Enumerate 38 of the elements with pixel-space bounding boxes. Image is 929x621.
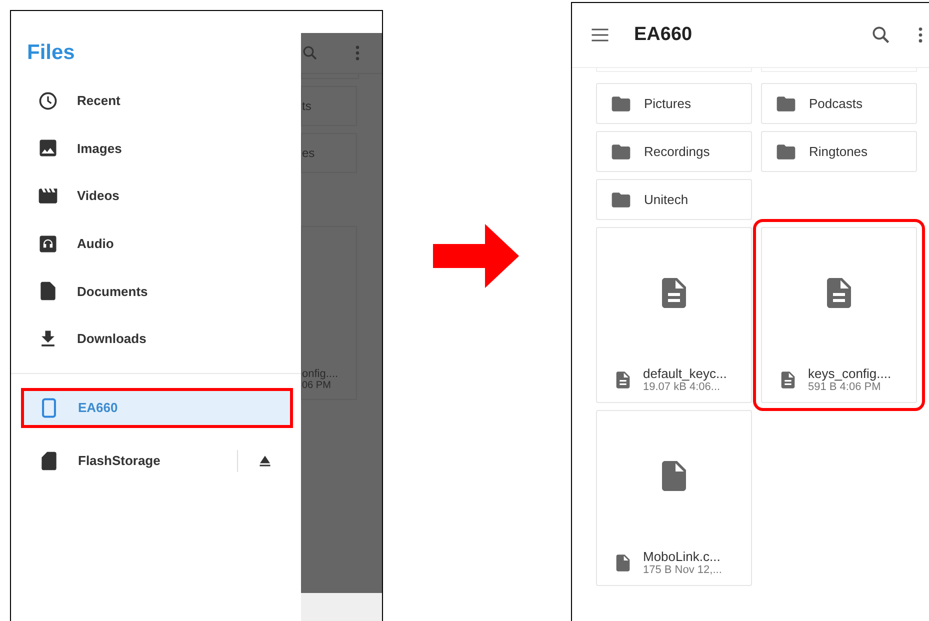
file-card[interactable]: default_keyc... 19.07 kB 4:06...: [596, 227, 752, 403]
more-icon: [355, 45, 360, 61]
storage-item[interactable]: FlashStorage: [21, 440, 293, 481]
folder-name: Unitech: [644, 192, 688, 207]
folder-card[interactable]: Ringtones: [761, 131, 917, 172]
drawer-item[interactable]: Videos: [11, 172, 301, 220]
file-details: 06 PM: [302, 380, 332, 391]
app-title: EA660: [634, 24, 694, 46]
right-arrow-icon: [433, 224, 519, 288]
drawer-item[interactable]: Images: [11, 124, 301, 172]
file-details: 591 B 4:06 PM: [808, 381, 882, 393]
more-icon[interactable]: [918, 26, 923, 44]
search-icon: [301, 44, 319, 62]
folder-card[interactable]: Unitech: [596, 179, 752, 220]
folder-card: ts: [301, 86, 357, 126]
file-details: 175 B Nov 12,...: [643, 564, 722, 576]
search-icon[interactable]: [870, 24, 892, 46]
images-icon: [37, 137, 59, 160]
folder-card[interactable]: Recordings: [596, 131, 752, 172]
folder-name: Pictures: [644, 96, 691, 111]
file-card[interactable]: MoboLink.c... 175 B Nov 12,...: [596, 410, 752, 586]
file-name: MoboLink.c...: [643, 549, 722, 564]
file-name: keys_config....: [808, 366, 892, 381]
file-details: 19.07 kB 4:06...: [643, 381, 722, 393]
folder-card: es: [301, 133, 357, 173]
clock-icon: [37, 90, 59, 112]
folder-card[interactable]: Podcasts: [761, 83, 917, 124]
folder-name: Ringtones: [809, 144, 868, 159]
drawer-title: Files: [27, 41, 76, 65]
drawer-item[interactable]: Audio: [11, 220, 301, 268]
folder-name: Recordings: [644, 144, 710, 159]
drawer-item[interactable]: Documents: [11, 267, 301, 315]
drawer-item[interactable]: Downloads: [11, 314, 301, 363]
file-name: onfig....: [302, 368, 340, 380]
drawer-item[interactable]: Recent: [11, 77, 301, 125]
folder-card[interactable]: Pictures: [596, 83, 752, 124]
folder-name: Podcasts: [809, 96, 862, 111]
file-name: default_keyc...: [643, 366, 727, 381]
